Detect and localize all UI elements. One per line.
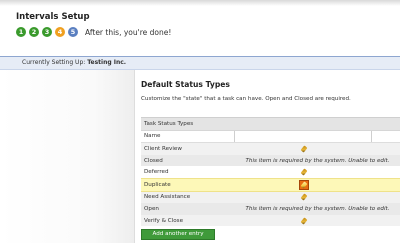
column-header-name: Name: [144, 133, 161, 140]
table-caption-row: Task Status Types: [141, 117, 400, 131]
row-note: This item is required by the system. Una…: [245, 205, 390, 212]
setup-steps: 1 2 3 4 5 After this, you're done!: [16, 26, 171, 38]
table-row: Client Review: [141, 143, 400, 155]
table-row: Verify & Close: [141, 214, 400, 227]
pencil-icon[interactable]: [298, 179, 309, 190]
section-description: Customize the "state" that a task can ha…: [141, 96, 351, 102]
pencil-icon[interactable]: [300, 145, 307, 153]
step-4-badge[interactable]: 4: [55, 27, 65, 37]
table-header-row: Name: [141, 130, 400, 144]
steps-message: After this, you're done!: [85, 27, 172, 37]
section-title: Default Status Types: [141, 80, 230, 89]
row-edit-cell: [235, 179, 372, 191]
add-entry-button[interactable]: Add another entry: [141, 229, 215, 240]
row-name: Verify & Close: [144, 217, 184, 224]
page-title: Intervals Setup: [16, 12, 90, 22]
status-types-table: Task Status Types Name Client Review Clo…: [141, 117, 400, 227]
step-5-badge[interactable]: 5: [68, 27, 78, 37]
step-3-badge[interactable]: 3: [42, 27, 52, 37]
step-1-badge[interactable]: 1: [16, 27, 26, 37]
row-name: Open: [144, 205, 159, 212]
row-edit-cell: [235, 192, 372, 204]
table-row: Closed This item is required by the syst…: [141, 154, 400, 167]
left-sidebar: [0, 70, 135, 243]
row-name: Deferred: [144, 169, 169, 176]
row-name: Closed: [144, 157, 163, 164]
table-row: Open This item is required by the system…: [141, 203, 400, 215]
table-caption: Task Status Types: [144, 120, 194, 127]
setup-context-label: Currently Setting Up:: [22, 59, 86, 66]
pencil-icon[interactable]: [300, 216, 307, 225]
pencil-icon[interactable]: [300, 193, 307, 201]
setup-context-value: Testing Inc.: [87, 59, 127, 66]
pencil-icon[interactable]: [300, 168, 307, 176]
column-header-action: [371, 130, 400, 143]
row-edit-cell: [235, 166, 372, 178]
setup-context-bar: Currently Setting Up: Testing Inc.: [0, 56, 400, 70]
row-note: This item is required by the system. Una…: [245, 157, 390, 164]
table-row: Duplicate: [141, 177, 400, 192]
step-2-badge[interactable]: 2: [29, 27, 39, 37]
top-shadow: [0, 0, 400, 6]
row-name: Client Review: [144, 145, 182, 152]
table-row: Deferred: [141, 166, 400, 178]
table-row: Need Assistance: [141, 191, 400, 204]
row-edit-cell: [235, 215, 372, 227]
row-name: Need Assistance: [144, 194, 191, 201]
column-header-note: [234, 130, 371, 143]
row-name: Duplicate: [144, 181, 171, 188]
row-edit-cell: [235, 143, 372, 155]
